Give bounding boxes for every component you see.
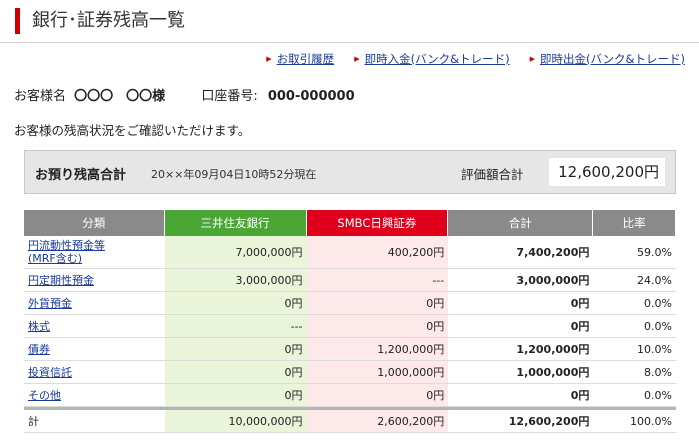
category-cell: 円定期性預金 <box>24 269 165 292</box>
category-cell: 債券 <box>24 338 165 361</box>
ratio-cell: 0.0% <box>593 315 676 338</box>
category-link[interactable]: 円定期性預金 <box>28 274 94 287</box>
table-row: 株式 --- 0円 0円 0.0% <box>24 315 676 338</box>
securities-cell: 1,000,000円 <box>306 361 449 384</box>
balance-summary: お預り残高合計 20××年09月04日10時52分現在 評価額合計 12,600… <box>24 150 676 194</box>
instant-withdrawal-link[interactable]: 即時出金(バンク&トレード) <box>530 51 685 67</box>
ratio-cell: 24.0% <box>593 269 676 292</box>
transaction-history-link[interactable]: お取引履歴 <box>266 51 335 67</box>
total-cell: 0円 <box>448 384 594 407</box>
ratio-cell: 0.0% <box>593 384 676 407</box>
instant-deposit-link[interactable]: 即時入金(バンク&トレード) <box>354 51 510 67</box>
grand-total-cell: 12,600,200円 <box>448 407 594 433</box>
total-cell: 1,000,000円 <box>448 361 594 384</box>
category-cell: 株式 <box>24 315 165 338</box>
header-total: 合計 <box>448 210 594 236</box>
securities-cell: 0円 <box>306 384 449 407</box>
account-number-label: 口座番号: <box>201 89 258 104</box>
evaluation-total-label: 評価額合計 <box>461 167 524 182</box>
category-link[interactable]: 外貨預金 <box>28 297 72 310</box>
table-row: 円定期性預金 3,000,000円 --- 3,000,000円 24.0% <box>24 269 676 292</box>
header-category: 分類 <box>24 210 165 236</box>
securities-cell: 1,200,000円 <box>306 338 449 361</box>
table-row: その他 0円 0円 0円 0.0% <box>24 384 676 407</box>
category-cell: 投資信託 <box>24 361 165 384</box>
header-ratio: 比率 <box>593 210 676 236</box>
page-header: 銀行･証券残高一覧 <box>0 0 699 43</box>
total-row-label: 計 <box>24 407 165 433</box>
customer-name-label: お客様名 <box>14 89 67 104</box>
category-link[interactable]: その他 <box>28 389 61 402</box>
ratio-cell: 0.0% <box>593 292 676 315</box>
total-cell: 1,200,000円 <box>448 338 594 361</box>
category-link[interactable]: 円流動性預金等 (MRF含む) <box>28 239 105 265</box>
evaluation-total-value: 12,600,200円 <box>549 158 665 186</box>
ratio-cell: 10.0% <box>593 338 676 361</box>
category-cell: 外貨預金 <box>24 292 165 315</box>
bank-cell: 0円 <box>164 384 307 407</box>
bank-cell: 0円 <box>164 361 307 384</box>
total-cell: 0円 <box>448 292 594 315</box>
table-row: 円流動性預金等 (MRF含む) 7,000,000円 400,200円 7,400… <box>24 236 676 269</box>
bank-cell: 7,000,000円 <box>164 236 307 269</box>
category-cell: 円流動性預金等 (MRF含む) <box>24 236 165 269</box>
account-number: 000-000000 <box>267 89 355 104</box>
securities-cell: --- <box>306 269 449 292</box>
customer-name: 〇〇〇 〇〇様 <box>74 89 166 104</box>
table-row: 投資信託 0円 1,000,000円 1,000,000円 8.0% <box>24 361 676 384</box>
table-header-row: 分類 三井住友銀行 SMBC日興証券 合計 比率 <box>24 210 676 236</box>
action-links: お取引履歴 即時入金(バンク&トレード) 即時出金(バンク&トレード) <box>266 51 685 67</box>
category-cell: その他 <box>24 384 165 407</box>
total-cell: 7,400,200円 <box>448 236 594 269</box>
summary-as-of: 20××年09月04日10時52分現在 <box>151 168 317 181</box>
category-link[interactable]: 投資信託 <box>28 366 72 379</box>
bank-cell: --- <box>164 315 307 338</box>
header-bank: 三井住友銀行 <box>164 210 307 236</box>
total-cell: 0円 <box>448 315 594 338</box>
header-securities: SMBC日興証券 <box>306 210 449 236</box>
ratio-cell: 8.0% <box>593 361 676 384</box>
bank-total-cell: 10,000,000円 <box>164 407 307 433</box>
table-row: 外貨預金 0円 0円 0円 0.0% <box>24 292 676 315</box>
bank-cell: 0円 <box>164 338 307 361</box>
total-row: 計 10,000,000円 2,600,200円 12,600,200円 100… <box>24 407 676 433</box>
ratio-cell: 59.0% <box>593 236 676 269</box>
bank-cell: 0円 <box>164 292 307 315</box>
customer-info: お客様名 〇〇〇 〇〇様 口座番号: 000-000000 <box>14 85 355 104</box>
summary-label: お預り残高合計 <box>35 168 127 183</box>
category-link[interactable]: 債券 <box>28 343 50 356</box>
securities-cell: 0円 <box>306 292 449 315</box>
total-ratio-cell: 100.0% <box>593 407 676 433</box>
securities-total-cell: 2,600,200円 <box>306 407 449 433</box>
page-title: 銀行･証券残高一覧 <box>32 10 185 31</box>
intro-text: お客様の残高状況をご確認いただけます。 <box>14 123 251 138</box>
table-row: 債券 0円 1,200,000円 1,200,000円 10.0% <box>24 338 676 361</box>
total-cell: 3,000,000円 <box>448 269 594 292</box>
bank-cell: 3,000,000円 <box>164 269 307 292</box>
securities-cell: 0円 <box>306 315 449 338</box>
securities-cell: 400,200円 <box>306 236 449 269</box>
title-accent-bar <box>15 8 20 34</box>
balance-table: 分類 三井住友銀行 SMBC日興証券 合計 比率 円流動性預金等 (MRF含む) … <box>24 210 676 433</box>
category-link[interactable]: 株式 <box>28 320 50 333</box>
